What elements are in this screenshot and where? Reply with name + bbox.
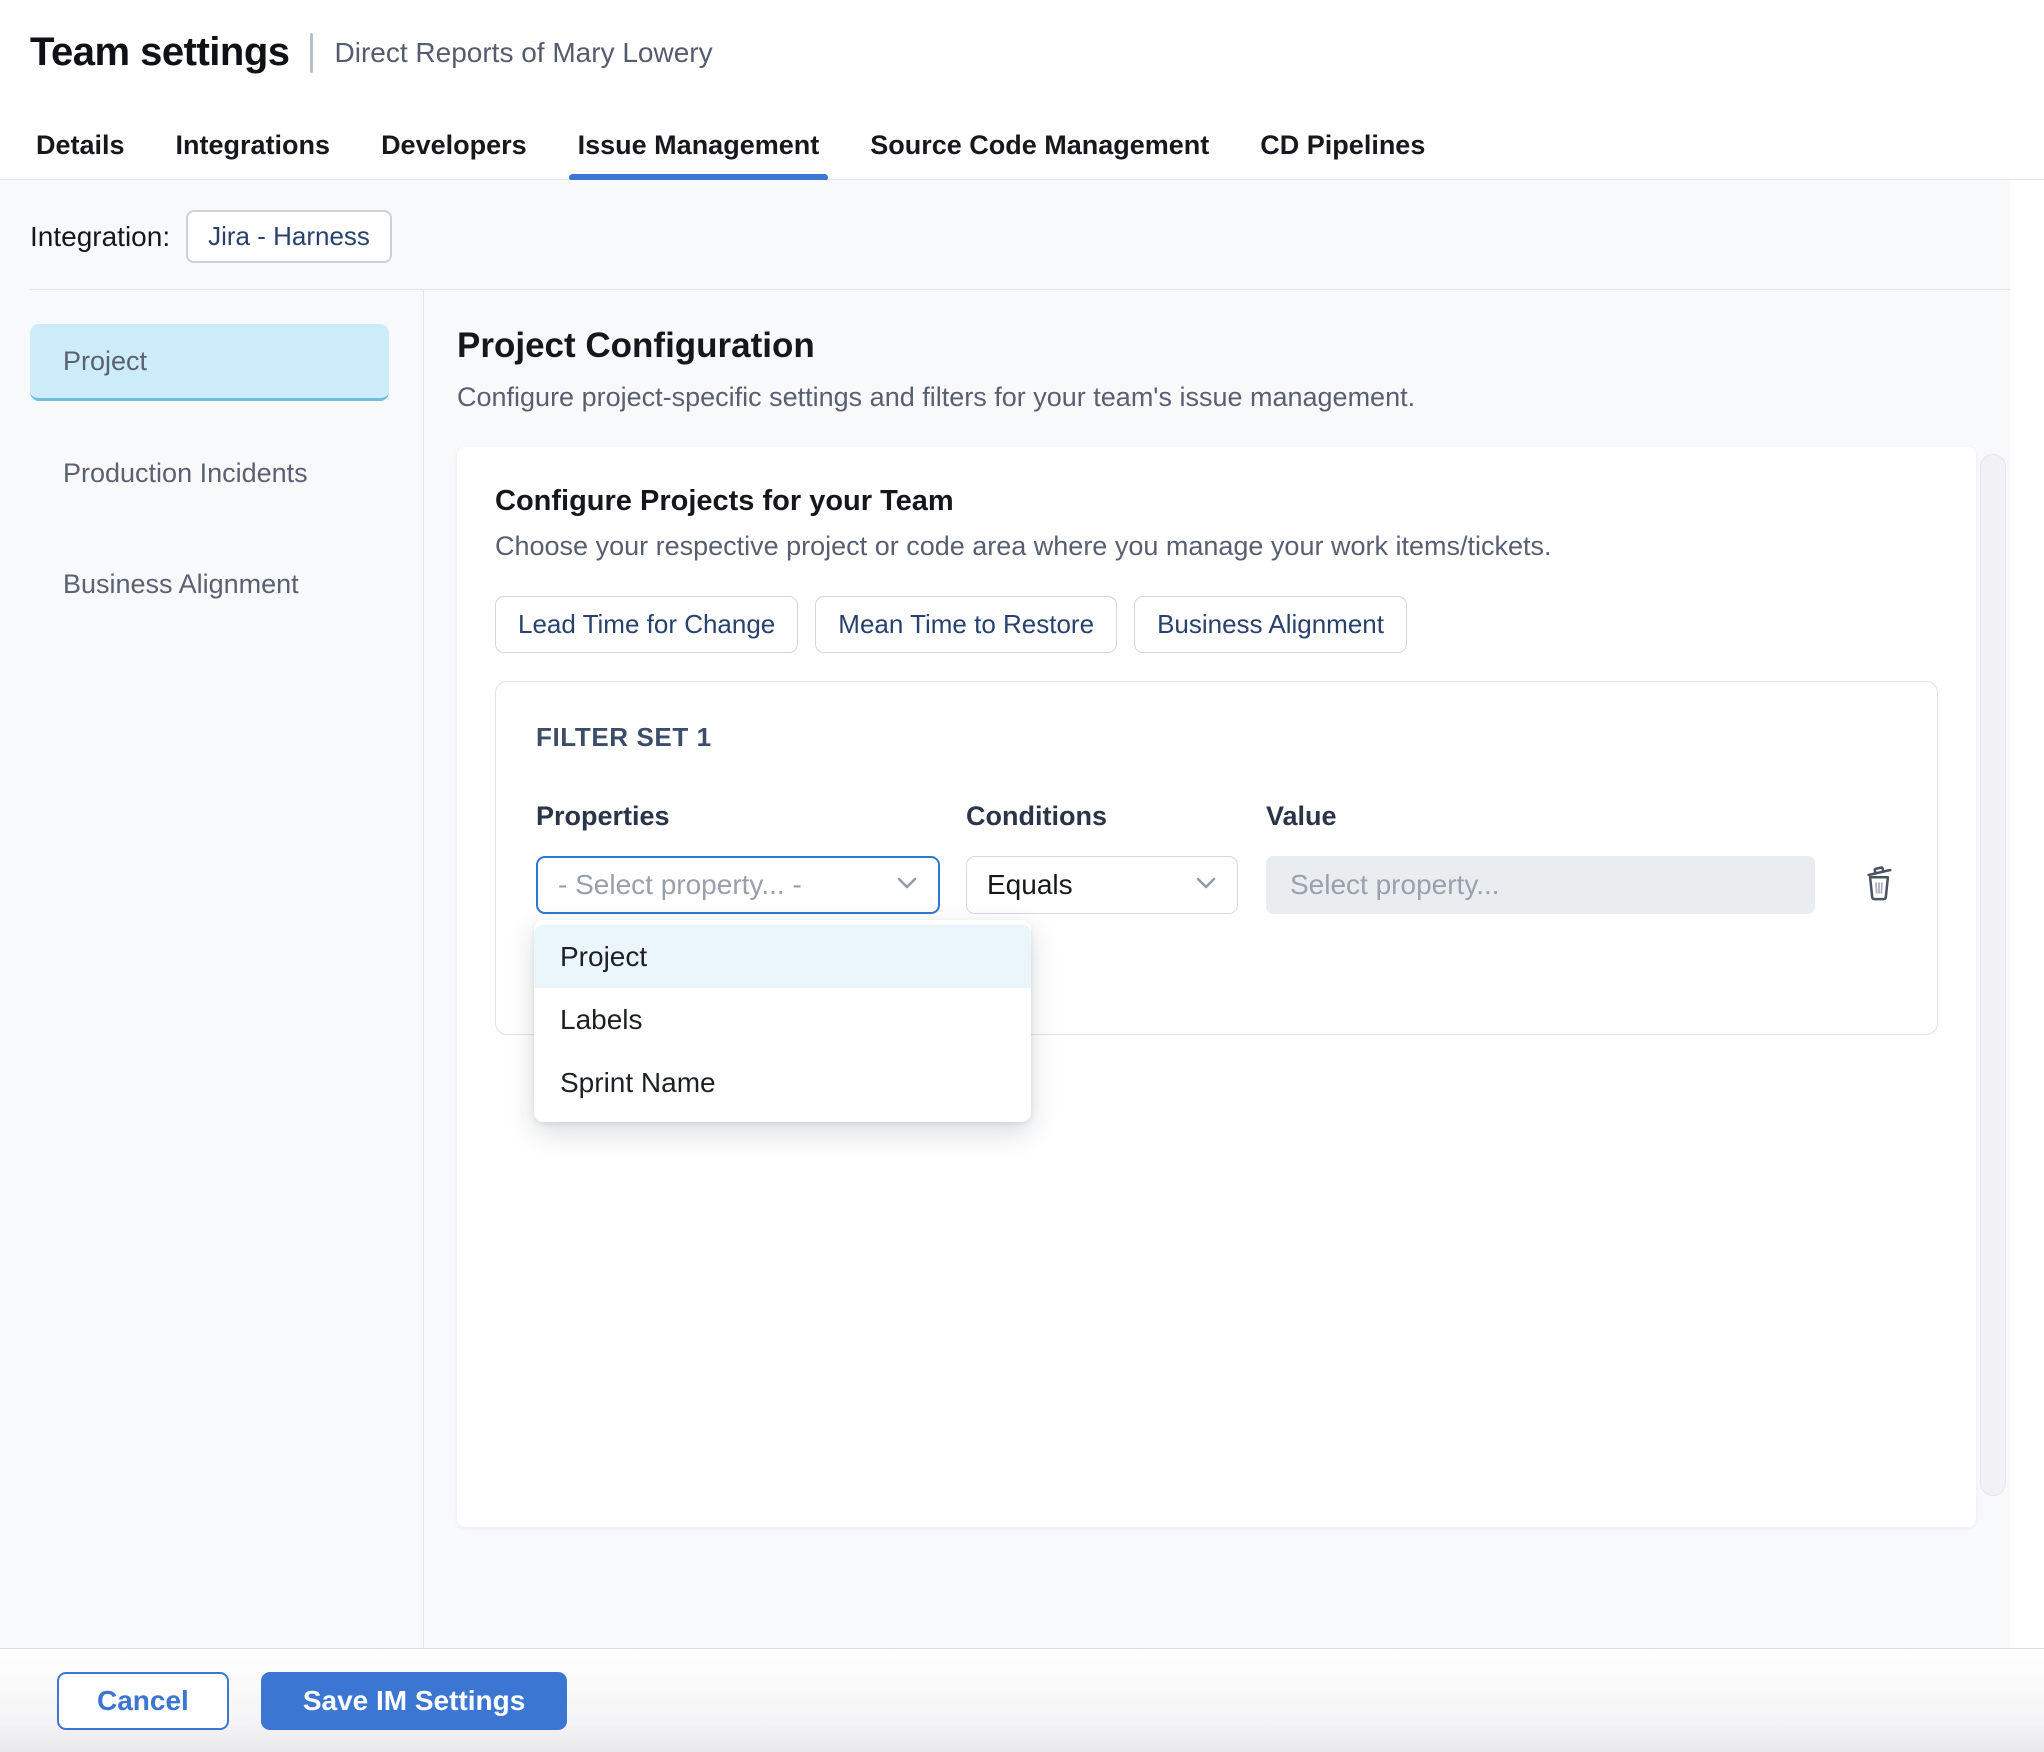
conditions-column-label: Conditions xyxy=(966,801,1107,831)
chip-mean-time-to-restore[interactable]: Mean Time to Restore xyxy=(815,596,1118,653)
integration-row: Integration: Jira - Harness xyxy=(0,180,2010,263)
sidebar-item-project[interactable]: Project xyxy=(30,324,389,401)
save-im-settings-button[interactable]: Save IM Settings xyxy=(260,1671,568,1730)
sidebar-item-production-incidents[interactable]: Production Incidents xyxy=(30,435,389,512)
tab-source-code-management[interactable]: Source Code Management xyxy=(861,112,1218,180)
condition-select-value: Equals xyxy=(987,869,1073,900)
chevron-down-icon xyxy=(896,876,918,895)
tab-bar: Details Integrations Developers Issue Ma… xyxy=(0,112,2044,181)
chevron-down-icon xyxy=(1195,876,1217,895)
page-header: Team settings Direct Reports of Mary Low… xyxy=(0,0,2044,112)
section-description: Configure project-specific settings and … xyxy=(457,382,1416,412)
configure-projects-card: Configure Projects for your Team Choose … xyxy=(457,447,1976,1527)
dropdown-option-labels[interactable]: Labels xyxy=(534,988,1031,1051)
property-dropdown-menu: Project Labels Sprint Name xyxy=(534,920,1031,1122)
dropdown-option-project[interactable]: Project xyxy=(534,925,1031,988)
page-subtitle: Direct Reports of Mary Lowery xyxy=(334,36,713,68)
sidebar-item-label: Business Alignment xyxy=(63,569,299,599)
integration-chip[interactable]: Jira - Harness xyxy=(186,210,392,263)
tab-label: Issue Management xyxy=(577,130,820,160)
tab-label: Source Code Management xyxy=(870,130,1210,160)
condition-select[interactable]: Equals xyxy=(966,856,1238,914)
metric-chip-row: Lead Time for Change Mean Time to Restor… xyxy=(495,596,1938,653)
filter-set-card: FILTER SET 1 Properties - Select propert… xyxy=(495,681,1938,1122)
tab-label: CD Pipelines xyxy=(1260,130,1426,160)
trash-icon xyxy=(1861,861,1897,904)
tab-label: Details xyxy=(36,130,125,160)
property-select-value: - Select property... - xyxy=(558,869,802,900)
properties-column-label: Properties xyxy=(536,801,670,831)
sidebar-item-label: Project xyxy=(63,345,148,376)
vertical-scrollbar-thumb[interactable] xyxy=(1980,454,2006,1496)
tab-issue-management[interactable]: Issue Management xyxy=(568,112,829,181)
title-separator xyxy=(309,32,313,73)
sidebar-item-business-alignment[interactable]: Business Alignment xyxy=(30,546,389,623)
settings-sidebar: Project Production Incidents Business Al… xyxy=(0,290,424,1648)
main-panel: Project Configuration Configure project-… xyxy=(424,290,2010,1648)
tab-details[interactable]: Details xyxy=(27,112,134,180)
tab-label: Integrations xyxy=(175,130,331,160)
chip-business-alignment[interactable]: Business Alignment xyxy=(1134,596,1407,653)
value-input xyxy=(1266,856,1815,914)
integration-label: Integration: xyxy=(30,220,171,252)
dropdown-option-sprint-name[interactable]: Sprint Name xyxy=(534,1051,1031,1114)
card-title: Configure Projects for your Team xyxy=(495,485,954,517)
tab-developers[interactable]: Developers xyxy=(372,112,536,180)
team-settings-page: Team settings Direct Reports of Mary Low… xyxy=(0,0,2044,1752)
filter-set-title: FILTER SET 1 xyxy=(536,722,712,752)
page-title: Team settings xyxy=(30,30,290,74)
tab-cd-pipelines[interactable]: CD Pipelines xyxy=(1251,112,1434,180)
content-area: Integration: Jira - Harness Project Prod… xyxy=(0,180,2010,1648)
card-subtitle: Choose your respective project or code a… xyxy=(495,531,1552,561)
section-title: Project Configuration xyxy=(457,326,815,365)
footer-action-bar: Cancel Save IM Settings xyxy=(0,1648,2044,1752)
delete-filter-button[interactable] xyxy=(1861,861,1897,904)
chip-lead-time-for-change[interactable]: Lead Time for Change xyxy=(495,596,799,653)
cancel-button[interactable]: Cancel xyxy=(57,1671,229,1730)
property-select[interactable]: - Select property... - xyxy=(536,856,940,914)
tab-integrations[interactable]: Integrations xyxy=(167,112,340,180)
tab-label: Developers xyxy=(381,130,527,160)
value-column-label: Value xyxy=(1266,801,1337,831)
sidebar-item-label: Production Incidents xyxy=(63,458,308,488)
